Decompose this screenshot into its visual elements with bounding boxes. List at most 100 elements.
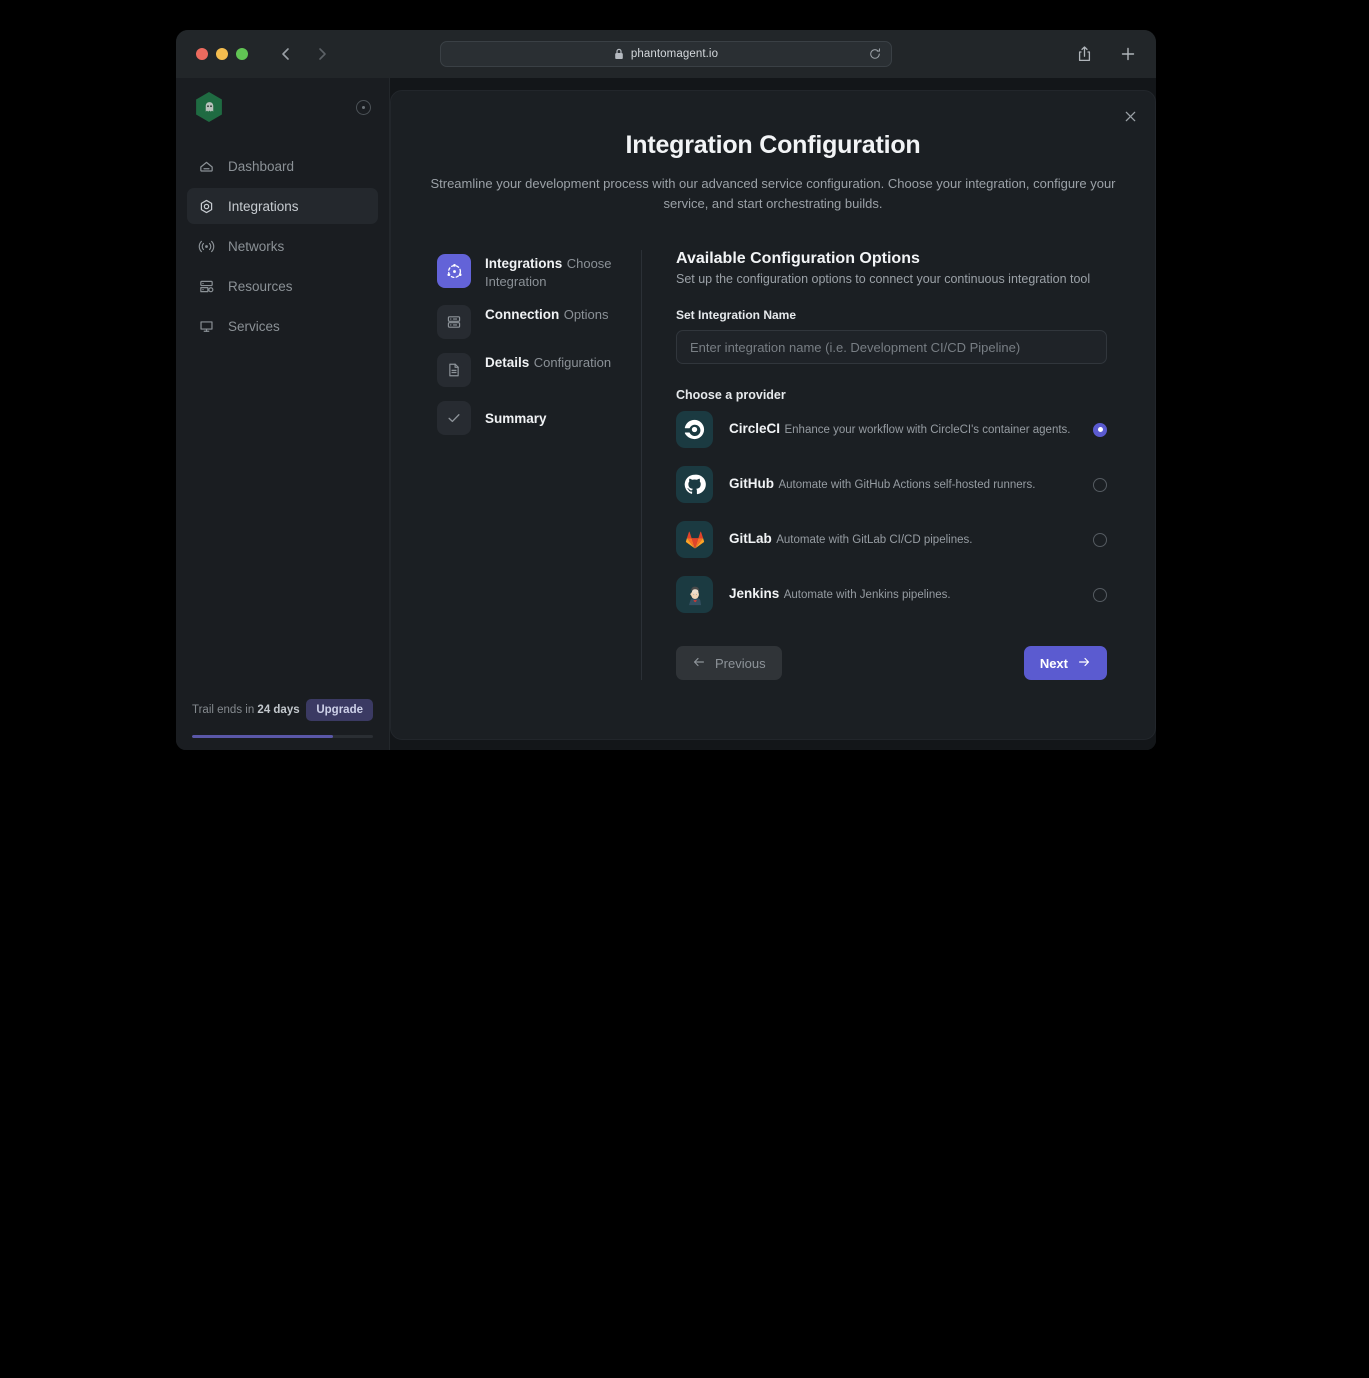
browser-titlebar: phantomagent.io bbox=[176, 30, 1156, 78]
url-text: phantomagent.io bbox=[630, 48, 719, 60]
wizard-step-summary[interactable]: Summary bbox=[437, 401, 641, 435]
provider-option-gitlab[interactable]: GitLab Automate with GitLab CI/CD pipeli… bbox=[676, 512, 1107, 567]
wizard-footer: Previous Next bbox=[676, 646, 1107, 680]
circleci-icon bbox=[676, 411, 713, 448]
server-rack-icon bbox=[437, 305, 471, 339]
provider-name: CircleCI bbox=[729, 421, 781, 436]
configuration-panel: Available Configuration Options Set up t… bbox=[642, 250, 1109, 680]
integration-configuration-modal: Integration Configuration Streamline you… bbox=[390, 90, 1156, 740]
previous-button-label: Previous bbox=[715, 655, 766, 671]
provider-radio-circleci[interactable] bbox=[1093, 422, 1107, 437]
upgrade-button[interactable]: Upgrade bbox=[306, 699, 373, 721]
wizard-step-title: Summary bbox=[485, 410, 547, 426]
wizard-step-title: Integrations bbox=[485, 256, 563, 271]
minimize-window-button[interactable] bbox=[216, 48, 228, 60]
gitlab-icon bbox=[676, 521, 713, 558]
panel-title: Available Configuration Options bbox=[676, 250, 920, 267]
browser-toolbar-right bbox=[1077, 45, 1136, 63]
provider-radio-github[interactable] bbox=[1093, 477, 1107, 492]
provider-name: GitHub bbox=[729, 476, 774, 491]
wizard-step-desc: Configuration bbox=[533, 355, 612, 370]
provider-radio-jenkins[interactable] bbox=[1093, 587, 1107, 602]
provider-option-jenkins[interactable]: Jenkins Automate with Jenkins pipelines. bbox=[676, 567, 1107, 622]
document-icon bbox=[437, 353, 471, 387]
wizard-step-desc: Options bbox=[563, 307, 609, 322]
sidebar-item-networks[interactable]: Networks bbox=[187, 228, 378, 264]
server-icon bbox=[198, 278, 215, 295]
chevron-right-icon[interactable] bbox=[314, 46, 330, 62]
reload-icon[interactable] bbox=[869, 48, 881, 60]
trial-progress-bar bbox=[192, 735, 373, 738]
wizard-step-text: Details Configuration bbox=[485, 353, 611, 372]
address-bar[interactable]: phantomagent.io bbox=[440, 41, 892, 67]
provider-name: GitLab bbox=[729, 531, 772, 546]
sidebar-nav: Dashboard Integrations Networks Resource… bbox=[176, 148, 389, 344]
provider-desc: Enhance your workflow with CircleCI's co… bbox=[784, 424, 1071, 436]
plus-icon[interactable] bbox=[1120, 46, 1136, 62]
monitor-icon bbox=[198, 318, 215, 335]
modal-content: Integrations Choose Integration Connecti… bbox=[437, 250, 1109, 680]
check-icon bbox=[437, 401, 471, 435]
arrow-left-icon bbox=[692, 655, 706, 672]
screenshot-root: phantomagent.io Dashboard Integrations N… bbox=[0, 0, 1369, 1378]
sidebar-item-resources[interactable]: Resources bbox=[187, 268, 378, 304]
next-button-label: Next bbox=[1039, 655, 1068, 671]
sidebar-item-label: Resources bbox=[228, 278, 293, 294]
app-body: Dashboard Integrations Networks Resource… bbox=[176, 78, 1156, 750]
wizard-step-integrations[interactable]: Integrations Choose Integration bbox=[437, 254, 641, 291]
broadcast-icon bbox=[198, 238, 215, 255]
arrow-right-icon bbox=[1077, 655, 1091, 672]
maximize-window-button[interactable] bbox=[236, 48, 248, 60]
sidebar-item-integrations[interactable]: Integrations bbox=[187, 188, 378, 224]
page-title: Integration Configuration bbox=[625, 131, 921, 159]
sidebar-item-services[interactable]: Services bbox=[187, 308, 378, 344]
share-icon[interactable] bbox=[1077, 45, 1092, 63]
browser-nav-arrows bbox=[278, 46, 330, 62]
provider-option-circleci[interactable]: CircleCI Enhance your workflow with Circ… bbox=[676, 402, 1107, 457]
wizard-step-title: Details bbox=[485, 355, 530, 370]
provider-desc: Automate with GitLab CI/CD pipelines. bbox=[776, 534, 973, 546]
wizard-step-text: Integrations Choose Integration bbox=[485, 254, 641, 291]
ghost-logo-icon[interactable] bbox=[196, 92, 222, 122]
sidebar-item-label: Dashboard bbox=[228, 158, 295, 174]
integration-name-input[interactable] bbox=[676, 330, 1107, 364]
home-icon bbox=[198, 158, 215, 175]
trial-status-text: Trail ends in 24 days bbox=[192, 704, 300, 716]
provider-desc: Automate with GitHub Actions self-hosted… bbox=[778, 479, 1036, 491]
window-traffic-lights bbox=[196, 48, 248, 60]
choose-provider-label: Choose a provider bbox=[676, 388, 786, 402]
sidebar: Dashboard Integrations Networks Resource… bbox=[176, 78, 390, 750]
provider-text: Jenkins Automate with Jenkins pipelines. bbox=[729, 585, 1077, 604]
close-window-button[interactable] bbox=[196, 48, 208, 60]
integrations-node-icon bbox=[437, 254, 471, 288]
trial-row: Trail ends in 24 days Upgrade bbox=[192, 699, 373, 721]
jenkins-icon bbox=[676, 576, 713, 613]
trial-days: 24 days bbox=[257, 704, 300, 716]
ghost-glyph-icon bbox=[202, 100, 217, 115]
browser-window: phantomagent.io Dashboard Integrations N… bbox=[176, 30, 1156, 750]
wizard-step-text: Summary bbox=[485, 409, 547, 428]
provider-radio-gitlab[interactable] bbox=[1093, 532, 1107, 547]
sidebar-footer: Trail ends in 24 days Upgrade bbox=[176, 699, 389, 738]
provider-desc: Automate with Jenkins pipelines. bbox=[783, 589, 951, 601]
wizard-step-details[interactable]: Details Configuration bbox=[437, 353, 641, 387]
hexagon-icon bbox=[198, 198, 215, 215]
previous-button[interactable]: Previous bbox=[676, 646, 782, 680]
close-icon[interactable] bbox=[1117, 103, 1143, 129]
modal-subtitle: Streamline your development process with… bbox=[430, 176, 1116, 211]
sidebar-item-label: Services bbox=[228, 318, 280, 334]
sidebar-item-dashboard[interactable]: Dashboard bbox=[187, 148, 378, 184]
next-button[interactable]: Next bbox=[1023, 646, 1107, 680]
integration-name-label: Set Integration Name bbox=[676, 308, 797, 322]
lock-icon bbox=[614, 48, 624, 60]
sidebar-item-label: Integrations bbox=[228, 198, 299, 214]
wizard-step-connection[interactable]: Connection Options bbox=[437, 305, 641, 339]
chevron-left-icon[interactable] bbox=[278, 46, 294, 62]
provider-text: CircleCI Enhance your workflow with Circ… bbox=[729, 420, 1077, 439]
wizard-step-text: Connection Options bbox=[485, 305, 609, 324]
panel-subtitle: Set up the configuration options to conn… bbox=[676, 272, 1091, 286]
wizard-steps: Integrations Choose Integration Connecti… bbox=[437, 250, 641, 680]
collapse-sidebar-icon[interactable] bbox=[356, 99, 371, 115]
provider-option-github[interactable]: GitHub Automate with GitHub Actions self… bbox=[676, 457, 1107, 512]
provider-text: GitLab Automate with GitLab CI/CD pipeli… bbox=[729, 530, 1077, 549]
